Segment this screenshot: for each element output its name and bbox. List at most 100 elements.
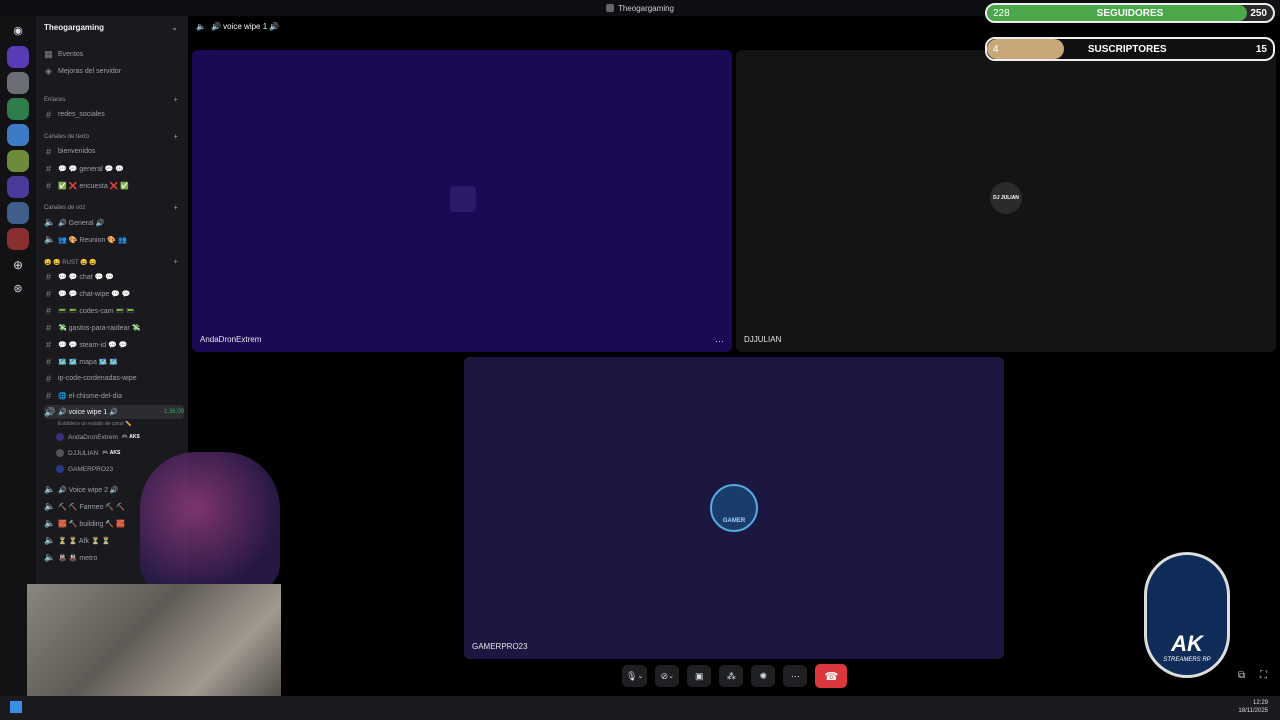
add-channel-icon[interactable]: +: [173, 132, 178, 141]
voice-user[interactable]: GAMERPRO23: [56, 462, 113, 476]
followers-current: 228: [993, 7, 1010, 19]
add-channel-icon[interactable]: +: [173, 203, 178, 212]
microphone-button[interactable]: 🎙 ⌄: [622, 665, 648, 687]
discord-home-icon[interactable]: ◉: [7, 20, 29, 42]
channel-general[interactable]: # 💬 💬 general 💬 💬: [44, 161, 184, 176]
category-voice[interactable]: Canales de voz: [44, 205, 85, 211]
video-tile-andadronextrem[interactable]: AndaDronExtrem ···: [192, 50, 732, 352]
participant-name: GAMERPRO23: [472, 642, 528, 651]
sidebar-item-boosts[interactable]: ◈ Mejoras del servidor: [44, 64, 184, 79]
server-icon[interactable]: [7, 98, 29, 120]
category-links[interactable]: Enlaces: [44, 97, 65, 103]
server-icon[interactable]: [7, 202, 29, 224]
chevron-down-icon[interactable]: ⌄: [668, 672, 674, 680]
popout-icon[interactable]: ⧉: [1238, 670, 1245, 681]
hash-icon: #: [45, 146, 51, 157]
camera-button[interactable]: ⊘ ⌄: [655, 665, 680, 687]
soundboard-button[interactable]: ✺: [751, 665, 776, 687]
more-icon: ⋯: [790, 670, 800, 681]
voice-stage: 🔈 🔊 voice wipe 1 🔊 AndaDronExtrem ··· DJ…: [188, 16, 1280, 696]
channel-codes-cam[interactable]: # 📟 📟 codes-cam 📟 📟: [44, 303, 184, 318]
avatar: [450, 186, 476, 212]
voice-timer: 1:36:09: [163, 409, 184, 415]
screen-share-button[interactable]: ▣: [687, 665, 712, 687]
voice-channel-general[interactable]: 🔈 🔊 General 🔊: [44, 215, 184, 230]
video-tile-djjulian[interactable]: DJ JULIAN DJJULIAN: [736, 50, 1276, 352]
speaker-icon: 🔈: [44, 501, 56, 511]
fullscreen-icon[interactable]: ⛶: [1260, 670, 1267, 681]
avatar: [56, 465, 64, 473]
chevron-down-icon[interactable]: ⌄: [171, 23, 178, 32]
channel-chat[interactable]: # 💬 💬 chat 💬 💬: [44, 269, 184, 284]
followers-label: SEGUIDORES: [1096, 7, 1164, 19]
call-controls: 🎙 ⌄ ⊘ ⌄ ▣ ⁂ ✺ ⋯ ☎: [622, 664, 848, 688]
boost-icon: ◈: [45, 66, 52, 76]
hash-icon: #: [45, 109, 51, 120]
speaker-icon: 🔈: [44, 518, 56, 528]
chevron-down-icon[interactable]: ⌄: [637, 672, 643, 680]
server-icon[interactable]: [7, 124, 29, 146]
speaker-icon: 🔈: [44, 484, 56, 494]
category-text[interactable]: Canales de texto: [44, 134, 89, 140]
server-icon[interactable]: [7, 176, 29, 198]
channel-gastos[interactable]: # 💸 gastos-para-raidear 💸: [44, 320, 184, 335]
followers-goal-bar: 228 SEGUIDORES 250: [985, 3, 1275, 23]
channel-redes-sociales[interactable]: # redes_sociales: [44, 107, 184, 122]
activities-button[interactable]: ⁂: [719, 665, 744, 687]
voice-user[interactable]: AndaDronExtrem 🎮 AKS: [56, 430, 140, 444]
channel-chat-wipe[interactable]: # 💬 💬 chat-wipe 💬 💬: [44, 286, 184, 301]
more-button[interactable]: ⋯: [783, 665, 808, 687]
calendar-icon: ▦: [44, 49, 53, 59]
hash-icon: #: [45, 390, 51, 401]
speaker-icon: 🔊: [44, 406, 56, 417]
channel-ip-code[interactable]: # ip-code-cordenadas-wipe: [44, 371, 184, 386]
voice-user[interactable]: DJJULIAN 🎮 AKS: [56, 446, 120, 460]
microphone-icon: 🎙: [626, 670, 638, 681]
speaker-icon: 🔈: [44, 552, 56, 562]
channel-bienvenidos[interactable]: # bienvenidos: [44, 144, 184, 159]
server-icon[interactable]: [7, 46, 29, 68]
hash-icon: #: [45, 339, 51, 350]
followers-goal: 250: [1250, 7, 1267, 19]
channel-steam-id[interactable]: # 💬 💬 steam-id 💬 💬: [44, 337, 184, 352]
speaker-icon: 🔈: [196, 22, 206, 31]
taskbar: 12:29 18/11/2025: [0, 696, 1280, 720]
hash-icon: #: [45, 180, 51, 191]
category-rust[interactable]: 😀 😀 RUST 😀 😀: [44, 259, 97, 266]
hash-icon: #: [45, 373, 51, 384]
sidebar-item-events[interactable]: ▦ Eventos: [44, 47, 184, 62]
hang-up-icon: ☎: [824, 670, 839, 683]
voice-channel-reunion[interactable]: 🔈 👥 🎨 Reunion 🎨 👥: [44, 232, 184, 247]
video-tile-gamerpro23[interactable]: GAMER GAMERPRO23: [464, 357, 1004, 659]
discover-icon[interactable]: ⊛: [7, 278, 29, 300]
subscribers-goal-bar: 4 SUSCRIPTORES 15: [985, 37, 1275, 61]
disconnect-button[interactable]: ☎: [815, 664, 848, 688]
hash-icon: #: [45, 288, 51, 299]
screen-share-icon: ▣: [695, 670, 704, 681]
add-server-icon[interactable]: ⊕: [7, 254, 29, 276]
activities-icon: ⁂: [726, 670, 736, 681]
server-name[interactable]: Theogargaming: [44, 23, 104, 32]
channel-chisme[interactable]: # 🌐 el-chisme-del-dia: [44, 388, 184, 403]
more-options-icon[interactable]: ···: [715, 336, 724, 346]
server-icon[interactable]: [7, 228, 29, 250]
subscribers-current: 4: [993, 43, 999, 55]
speaker-icon: 🔈: [44, 535, 56, 545]
channel-encuesta[interactable]: # ✅ ❌ encuesta ❌ ✅: [44, 178, 184, 193]
channel-status[interactable]: Establece un estado de canal ✏️: [58, 417, 131, 431]
server-icon[interactable]: [7, 72, 29, 94]
subscribers-goal: 15: [1255, 43, 1267, 55]
add-channel-icon[interactable]: +: [173, 95, 178, 104]
channel-mapa[interactable]: # 🗺️ 🗺️ mapa 🗺️ 🗺️: [44, 354, 184, 369]
avatar: [56, 449, 64, 457]
hash-icon: #: [45, 322, 51, 333]
hash-icon: #: [45, 163, 51, 174]
clock[interactable]: 12:29 18/11/2025: [1238, 699, 1268, 715]
subscribers-label: SUSCRIPTORES: [1087, 43, 1167, 55]
mascot-image: [140, 452, 280, 592]
server-icon[interactable]: [7, 150, 29, 172]
speaker-icon: 🔈: [44, 217, 56, 227]
add-channel-icon[interactable]: +: [173, 257, 178, 266]
windows-start-icon[interactable]: [10, 701, 22, 713]
voice-header: 🔈 🔊 voice wipe 1 🔊: [196, 22, 279, 31]
